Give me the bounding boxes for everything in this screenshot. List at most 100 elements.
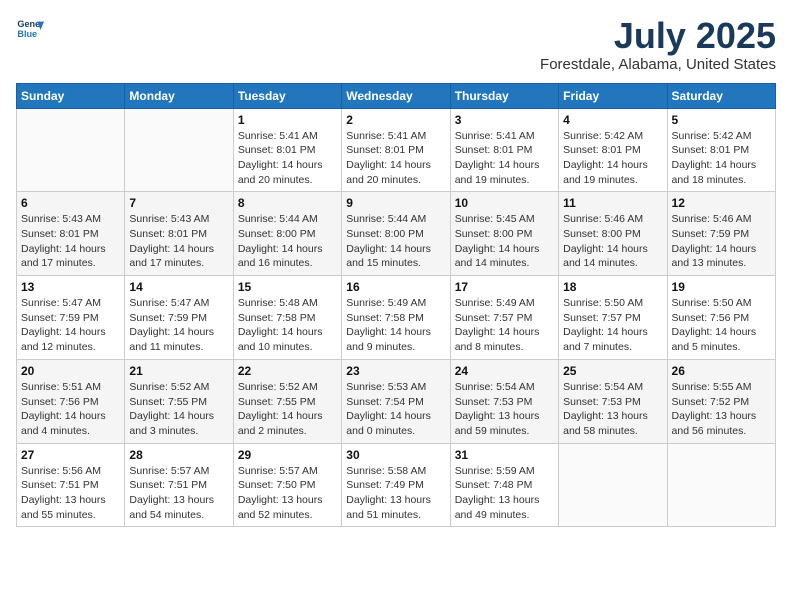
weekday-header-monday: Monday <box>125 83 233 108</box>
calendar-cell: 18 Sunrise: 5:50 AM Sunset: 7:57 PM Dayli… <box>559 276 667 360</box>
day-info: Sunrise: 5:41 AM Sunset: 8:01 PM Dayligh… <box>238 129 337 188</box>
day-number: 24 <box>455 364 554 378</box>
weekday-header-row: SundayMondayTuesdayWednesdayThursdayFrid… <box>17 83 776 108</box>
day-number: 10 <box>455 196 554 210</box>
calendar-week-row: 6 Sunrise: 5:43 AM Sunset: 8:01 PM Daylig… <box>17 192 776 276</box>
calendar-cell: 8Sunrise: 5:44 AM Sunset: 8:00 PM Daylig… <box>233 192 341 276</box>
day-info: Sunrise: 5:41 AM Sunset: 8:01 PM Dayligh… <box>455 129 554 188</box>
calendar-cell: 28Sunrise: 5:57 AM Sunset: 7:51 PM Dayli… <box>125 443 233 527</box>
day-info: Sunrise: 5:49 AM Sunset: 7:57 PM Dayligh… <box>455 296 554 355</box>
calendar-cell: 3Sunrise: 5:41 AM Sunset: 8:01 PM Daylig… <box>450 108 558 192</box>
day-number: 23 <box>346 364 445 378</box>
day-number: 12 <box>672 196 771 210</box>
calendar-cell: 22Sunrise: 5:52 AM Sunset: 7:55 PM Dayli… <box>233 359 341 443</box>
calendar-week-row: 27 Sunrise: 5:56 AM Sunset: 7:51 PM Dayli… <box>17 443 776 527</box>
day-number: 4 <box>563 113 662 127</box>
calendar-table: SundayMondayTuesdayWednesdayThursdayFrid… <box>16 83 776 528</box>
day-number: 22 <box>238 364 337 378</box>
weekday-header-thursday: Thursday <box>450 83 558 108</box>
day-number: 18 <box>563 280 662 294</box>
day-info: Sunrise: 5:41 AM Sunset: 8:01 PM Dayligh… <box>346 129 445 188</box>
title-block: July 2025 Forestdale, Alabama, United St… <box>540 16 776 73</box>
location: Forestdale, Alabama, United States <box>540 56 776 73</box>
calendar-cell: 2 Sunrise: 5:41 AM Sunset: 8:01 PM Daylig… <box>342 108 450 192</box>
day-number: 21 <box>129 364 228 378</box>
calendar-cell: 1Sunrise: 5:41 AM Sunset: 8:01 PM Daylig… <box>233 108 341 192</box>
day-info: Sunrise: 5:59 AM Sunset: 7:48 PM Dayligh… <box>455 464 554 523</box>
day-number: 15 <box>238 280 337 294</box>
day-number: 30 <box>346 448 445 462</box>
day-number: 26 <box>672 364 771 378</box>
calendar-cell: 6 Sunrise: 5:43 AM Sunset: 8:01 PM Daylig… <box>17 192 125 276</box>
day-number: 13 <box>21 280 120 294</box>
day-info: Sunrise: 5:46 AM Sunset: 7:59 PM Dayligh… <box>672 212 771 271</box>
calendar-cell: 17 Sunrise: 5:49 AM Sunset: 7:57 PM Dayli… <box>450 276 558 360</box>
day-info: Sunrise: 5:50 AM Sunset: 7:56 PM Dayligh… <box>672 296 771 355</box>
day-info: Sunrise: 5:45 AM Sunset: 8:00 PM Dayligh… <box>455 212 554 271</box>
calendar-header: SundayMondayTuesdayWednesdayThursdayFrid… <box>17 83 776 108</box>
calendar-cell: 4 Sunrise: 5:42 AM Sunset: 8:01 PM Daylig… <box>559 108 667 192</box>
calendar-cell: 24 Sunrise: 5:54 AM Sunset: 7:53 PM Dayli… <box>450 359 558 443</box>
day-number: 28 <box>129 448 228 462</box>
logo-icon: General Blue <box>16 16 44 44</box>
day-info: Sunrise: 5:43 AM Sunset: 8:01 PM Dayligh… <box>21 212 120 271</box>
day-info: Sunrise: 5:42 AM Sunset: 8:01 PM Dayligh… <box>563 129 662 188</box>
day-info: Sunrise: 5:53 AM Sunset: 7:54 PM Dayligh… <box>346 380 445 439</box>
calendar-cell <box>559 443 667 527</box>
calendar-cell: 29Sunrise: 5:57 AM Sunset: 7:50 PM Dayli… <box>233 443 341 527</box>
day-number: 7 <box>129 196 228 210</box>
calendar-cell: 13 Sunrise: 5:47 AM Sunset: 7:59 PM Dayli… <box>17 276 125 360</box>
day-info: Sunrise: 5:57 AM Sunset: 7:50 PM Dayligh… <box>238 464 337 523</box>
day-info: Sunrise: 5:47 AM Sunset: 7:59 PM Dayligh… <box>129 296 228 355</box>
day-info: Sunrise: 5:52 AM Sunset: 7:55 PM Dayligh… <box>129 380 228 439</box>
day-info: Sunrise: 5:44 AM Sunset: 8:00 PM Dayligh… <box>238 212 337 271</box>
day-number: 9 <box>346 196 445 210</box>
calendar-cell: 26 Sunrise: 5:55 AM Sunset: 7:52 PM Dayli… <box>667 359 775 443</box>
calendar-week-row: 20 Sunrise: 5:51 AM Sunset: 7:56 PM Dayli… <box>17 359 776 443</box>
day-info: Sunrise: 5:43 AM Sunset: 8:01 PM Dayligh… <box>129 212 228 271</box>
calendar-cell: 23 Sunrise: 5:53 AM Sunset: 7:54 PM Dayli… <box>342 359 450 443</box>
calendar-cell <box>17 108 125 192</box>
calendar-cell: 10 Sunrise: 5:45 AM Sunset: 8:00 PM Dayli… <box>450 192 558 276</box>
day-info: Sunrise: 5:47 AM Sunset: 7:59 PM Dayligh… <box>21 296 120 355</box>
day-number: 6 <box>21 196 120 210</box>
day-number: 27 <box>21 448 120 462</box>
day-info: Sunrise: 5:49 AM Sunset: 7:58 PM Dayligh… <box>346 296 445 355</box>
calendar-cell: 20 Sunrise: 5:51 AM Sunset: 7:56 PM Dayli… <box>17 359 125 443</box>
weekday-header-sunday: Sunday <box>17 83 125 108</box>
calendar-week-row: 1Sunrise: 5:41 AM Sunset: 8:01 PM Daylig… <box>17 108 776 192</box>
day-info: Sunrise: 5:54 AM Sunset: 7:53 PM Dayligh… <box>455 380 554 439</box>
day-number: 14 <box>129 280 228 294</box>
calendar-body: 1Sunrise: 5:41 AM Sunset: 8:01 PM Daylig… <box>17 108 776 527</box>
day-number: 2 <box>346 113 445 127</box>
day-info: Sunrise: 5:56 AM Sunset: 7:51 PM Dayligh… <box>21 464 120 523</box>
day-info: Sunrise: 5:55 AM Sunset: 7:52 PM Dayligh… <box>672 380 771 439</box>
weekday-header-friday: Friday <box>559 83 667 108</box>
day-info: Sunrise: 5:58 AM Sunset: 7:49 PM Dayligh… <box>346 464 445 523</box>
calendar-cell: 12 Sunrise: 5:46 AM Sunset: 7:59 PM Dayli… <box>667 192 775 276</box>
day-info: Sunrise: 5:50 AM Sunset: 7:57 PM Dayligh… <box>563 296 662 355</box>
day-info: Sunrise: 5:48 AM Sunset: 7:58 PM Dayligh… <box>238 296 337 355</box>
calendar-cell: 5Sunrise: 5:42 AM Sunset: 8:01 PM Daylig… <box>667 108 775 192</box>
calendar-cell: 21 Sunrise: 5:52 AM Sunset: 7:55 PM Dayli… <box>125 359 233 443</box>
calendar-cell: 14 Sunrise: 5:47 AM Sunset: 7:59 PM Dayli… <box>125 276 233 360</box>
calendar-cell: 16Sunrise: 5:49 AM Sunset: 7:58 PM Dayli… <box>342 276 450 360</box>
day-number: 19 <box>672 280 771 294</box>
svg-text:Blue: Blue <box>17 29 37 39</box>
day-number: 11 <box>563 196 662 210</box>
day-number: 5 <box>672 113 771 127</box>
day-info: Sunrise: 5:46 AM Sunset: 8:00 PM Dayligh… <box>563 212 662 271</box>
day-info: Sunrise: 5:54 AM Sunset: 7:53 PM Dayligh… <box>563 380 662 439</box>
day-number: 17 <box>455 280 554 294</box>
weekday-header-tuesday: Tuesday <box>233 83 341 108</box>
calendar-cell: 9Sunrise: 5:44 AM Sunset: 8:00 PM Daylig… <box>342 192 450 276</box>
calendar-cell: 27 Sunrise: 5:56 AM Sunset: 7:51 PM Dayli… <box>17 443 125 527</box>
day-number: 25 <box>563 364 662 378</box>
day-number: 20 <box>21 364 120 378</box>
calendar-cell: 31Sunrise: 5:59 AM Sunset: 7:48 PM Dayli… <box>450 443 558 527</box>
day-info: Sunrise: 5:51 AM Sunset: 7:56 PM Dayligh… <box>21 380 120 439</box>
calendar-cell <box>125 108 233 192</box>
weekday-header-wednesday: Wednesday <box>342 83 450 108</box>
month-year: July 2025 <box>540 16 776 56</box>
page-header: General Blue July 2025 Forestdale, Alaba… <box>16 16 776 73</box>
